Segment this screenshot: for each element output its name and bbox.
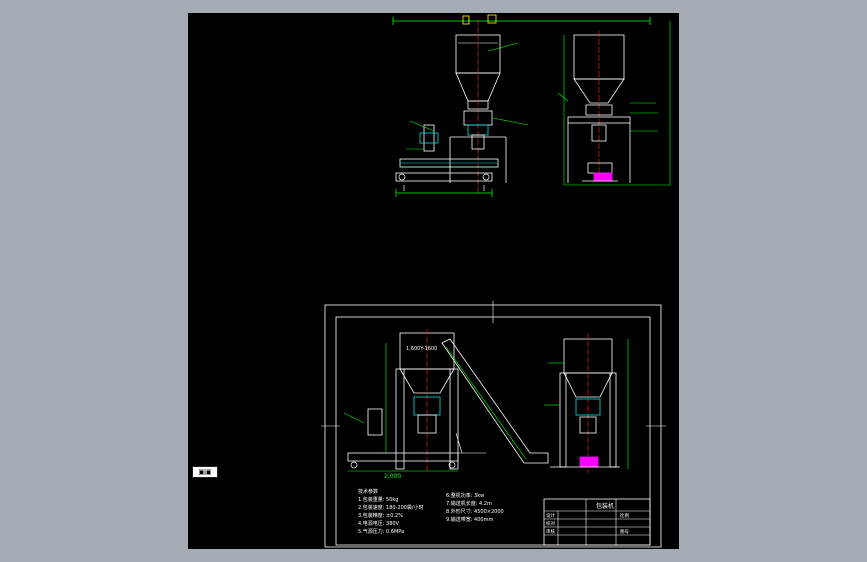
svg-text:7.输送机长度: 4.2m: 7.输送机长度: 4.2m <box>446 500 492 507</box>
svg-text:技术参数: 技术参数 <box>358 488 378 495</box>
side-view <box>557 21 671 186</box>
svg-text:设计: 设计 <box>546 512 555 519</box>
svg-text:6.整机功率: 3kw: 6.整机功率: 3kw <box>446 492 484 499</box>
hopper-label: 1,600Y-1600 <box>406 346 437 352</box>
svg-text:1.包装重量: 50kg: 1.包装重量: 50kg <box>358 496 398 503</box>
svg-text:9.输送带宽: 400mm: 9.输送带宽: 400mm <box>446 516 493 523</box>
title-block-title: 包装机 <box>596 502 614 510</box>
notes-left: 技术参数 1.包装重量: 50kg 2.包装速度: 180-200袋/小时 3.… <box>358 488 424 535</box>
svg-text:5.气源压力: 0.6MPa: 5.气源压力: 0.6MPa <box>358 528 404 535</box>
svg-text:审核: 审核 <box>546 528 555 535</box>
cad-drawing: 2,000 1,600Y-1600 技术参数 1.包装重量: 50kg 2.包装… <box>321 14 671 548</box>
drawing-canvas: 2,000 1,600Y-1600 技术参数 1.包装重量: 50kg 2.包装… <box>188 13 679 549</box>
title-block: 包装机 设计 校对 审核 比例 图号 <box>543 498 651 546</box>
dimension-left: 2,000 <box>384 473 401 480</box>
side-tab[interactable]: ▣▣ <box>192 466 218 478</box>
svg-text:2.包装速度: 180-200袋/小时: 2.包装速度: 180-200袋/小时 <box>358 504 424 511</box>
assembly-sheet: 2,000 1,600Y-1600 技术参数 1.包装重量: 50kg 2.包装… <box>321 301 666 548</box>
svg-text:4.电源电压: 380V: 4.电源电压: 380V <box>358 520 400 527</box>
svg-text:3.包装精度: ±0.2%: 3.包装精度: ±0.2% <box>358 512 403 519</box>
svg-text:图号: 图号 <box>620 529 629 535</box>
svg-text:8.外形尺寸: 4500×2000: 8.外形尺寸: 4500×2000 <box>446 508 504 515</box>
front-view <box>392 14 651 197</box>
notes-right: 6.整机功率: 3kw 7.输送机长度: 4.2m 8.外形尺寸: 4500×2… <box>446 492 504 523</box>
svg-text:比例: 比例 <box>620 512 629 519</box>
svg-text:校对: 校对 <box>546 520 555 527</box>
